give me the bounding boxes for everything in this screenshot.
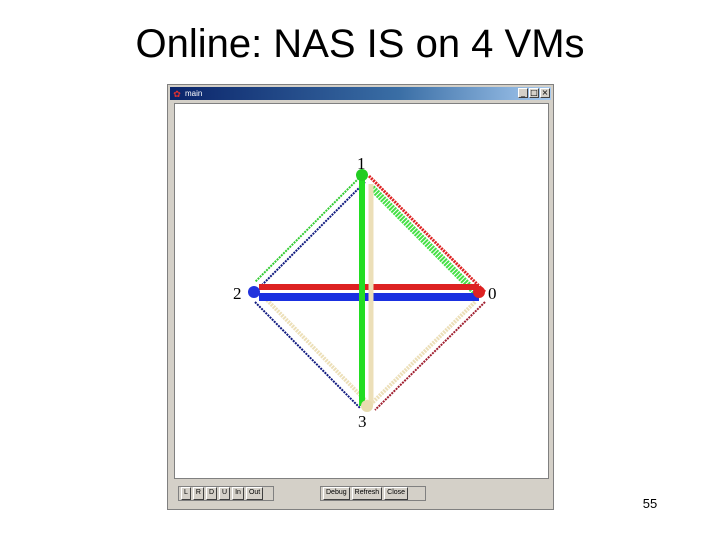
debug-button[interactable]: Debug	[323, 487, 350, 500]
edge-2-3-beige	[265, 298, 369, 404]
slide-title: Online: NAS IS on 4 VMs	[135, 22, 585, 66]
edge-0-3-darkred	[374, 301, 486, 411]
graph-svg: 1 0 2 3	[233, 154, 497, 431]
up-button[interactable]: U	[219, 487, 231, 500]
window-title: main	[185, 89, 203, 98]
graph-canvas[interactable]: 1 0 2 3	[174, 103, 549, 479]
edge-1-2-navy	[259, 181, 366, 288]
maximize-button[interactable]: □	[529, 88, 539, 98]
edge-2-3-navy	[254, 301, 361, 409]
node-label-3: 3	[358, 412, 367, 431]
refresh-button[interactable]: Refresh	[351, 487, 383, 500]
toolbar: L R D U In Out Debug Refresh Close	[174, 483, 549, 505]
close-button[interactable]: ×	[540, 88, 550, 98]
node-label-1: 1	[357, 154, 366, 173]
minimize-button[interactable]: _	[518, 88, 528, 98]
down-button[interactable]: D	[205, 487, 218, 500]
close-app-button[interactable]: Close	[384, 487, 409, 500]
page-number: 55	[642, 496, 658, 511]
action-button-group: Debug Refresh Close	[320, 486, 426, 501]
navigation-button-group: L R D U In Out	[178, 486, 274, 501]
node-2[interactable]	[248, 286, 260, 298]
window-titlebar[interactable]: ✿ main _ □ ×	[170, 87, 551, 100]
zoom-in-button[interactable]: In	[232, 487, 244, 500]
edge-1-0-red	[367, 174, 487, 294]
edge-0-3-beige	[365, 300, 477, 410]
node-0[interactable]	[473, 286, 485, 298]
app-window: ✿ main _ □ × 1 0 2 3 L R D U In Out Debu…	[167, 84, 554, 510]
zoom-out-button[interactable]: Out	[245, 487, 264, 500]
app-icon: ✿	[173, 88, 181, 99]
node-label-2: 2	[233, 284, 242, 303]
right-button[interactable]: R	[192, 487, 204, 500]
left-button[interactable]: L	[181, 487, 191, 500]
node-label-0: 0	[488, 284, 497, 303]
edge-1-2-green	[254, 175, 362, 283]
edge-1-0-green	[369, 185, 482, 299]
node-3[interactable]	[361, 400, 373, 412]
